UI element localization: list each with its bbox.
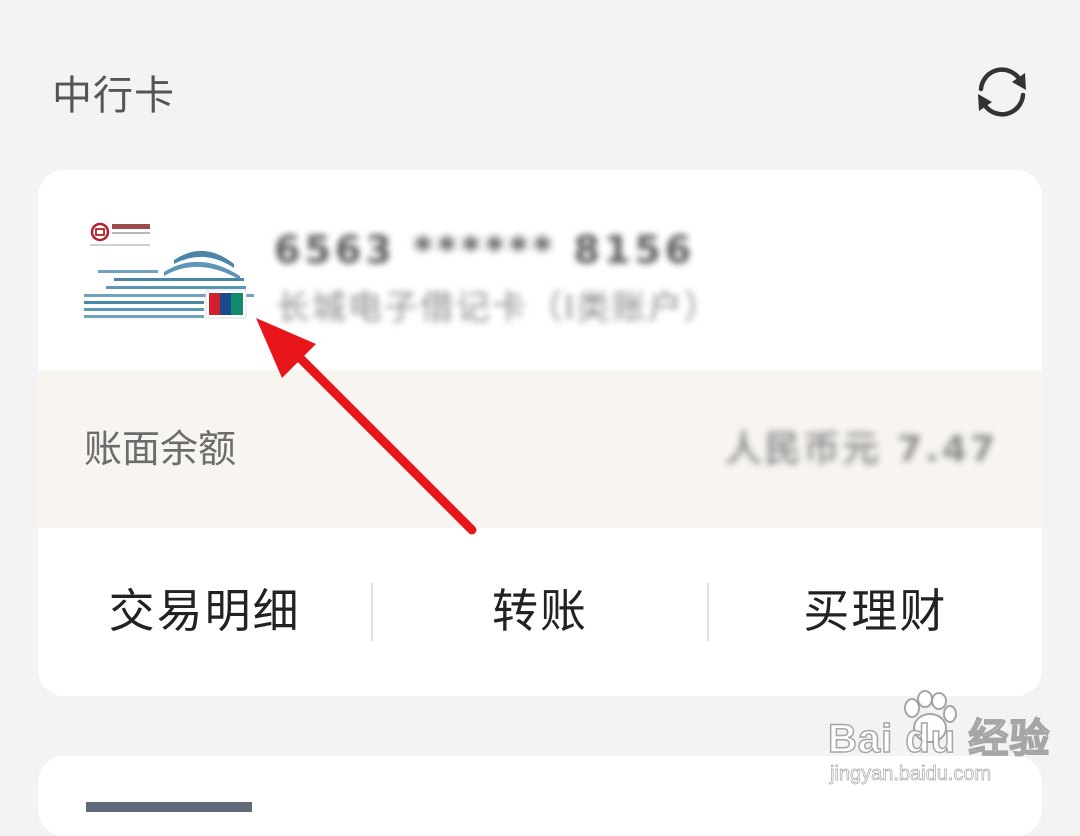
bank-card-image (84, 218, 254, 324)
page-title: 中行卡 (52, 73, 175, 119)
next-card-image (86, 802, 252, 812)
card-info[interactable]: 6563 ****** 8156 长城电子借记卡（I类账户） (38, 170, 1042, 370)
balance-row: 账面余额 人民币元 7.47 (38, 370, 1042, 528)
card-actions: 交易明细 转账 买理财 (38, 528, 1042, 696)
refresh-icon (978, 67, 1026, 117)
refresh-button[interactable] (972, 62, 1032, 122)
transfer-button[interactable]: 转账 (373, 581, 706, 643)
paw-logo-icon (904, 690, 957, 743)
buy-wealth-management-button[interactable]: 买理财 (709, 581, 1042, 643)
next-card-panel[interactable] (38, 756, 1042, 836)
card-number: 6563 ****** 8156 (274, 228, 696, 272)
transaction-details-button[interactable]: 交易明细 (38, 581, 371, 643)
card-type-label: 长城电子借记卡（I类账户） (276, 288, 721, 328)
balance-value: 人民币元 7.47 (725, 429, 998, 470)
balance-label: 账面余额 (84, 427, 237, 471)
bank-card-panel: 6563 ****** 8156 长城电子借记卡（I类账户） 账面余额 人民币元… (38, 170, 1042, 696)
